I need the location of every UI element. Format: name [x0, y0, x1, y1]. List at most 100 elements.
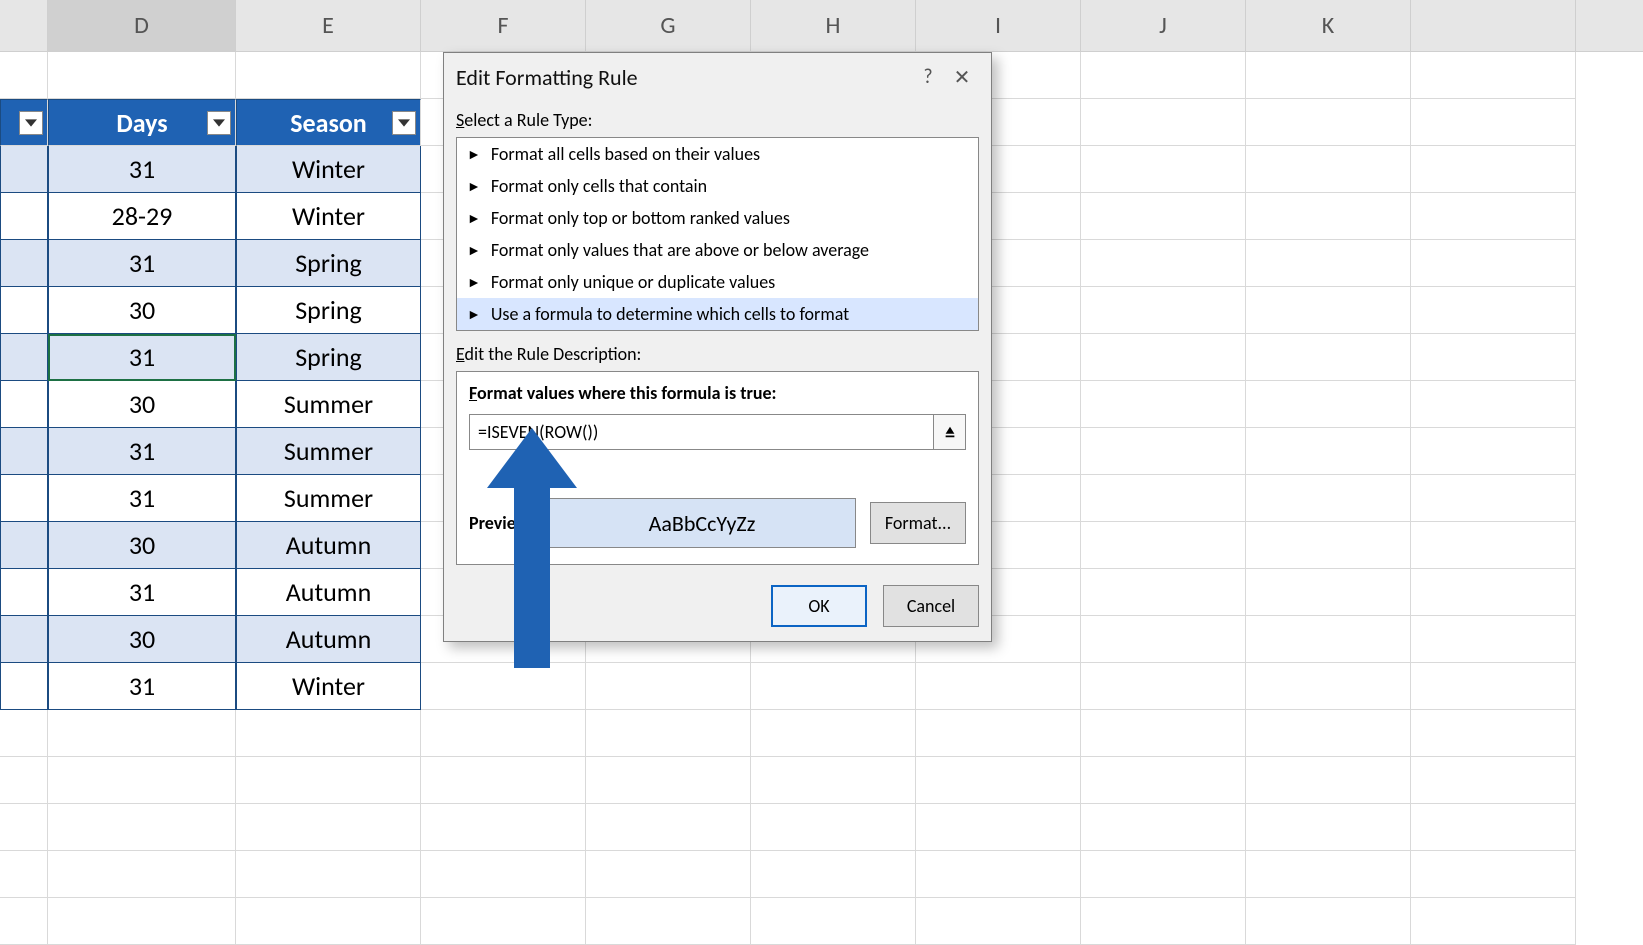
cell[interactable] — [1411, 851, 1576, 898]
cell[interactable] — [586, 851, 751, 898]
col-header-E[interactable]: E — [236, 0, 421, 51]
cell[interactable] — [0, 240, 48, 287]
ok-button[interactable]: OK — [771, 585, 867, 627]
cell[interactable] — [1081, 381, 1246, 428]
cell[interactable] — [236, 52, 421, 99]
cell[interactable] — [1081, 475, 1246, 522]
col-header-blank[interactable] — [1411, 0, 1576, 51]
cell[interactable] — [1081, 287, 1246, 334]
help-icon[interactable]: ? — [911, 60, 945, 94]
cell[interactable] — [1411, 663, 1576, 710]
cell-season[interactable]: Autumn — [236, 616, 421, 663]
col-header-I[interactable]: I — [916, 0, 1081, 51]
rule-type-item[interactable]: ►Format only values that are above or be… — [457, 234, 978, 266]
col-header-G[interactable]: G — [586, 0, 751, 51]
cell-season[interactable]: Winter — [236, 663, 421, 710]
table-header-blank[interactable] — [0, 99, 48, 146]
cell[interactable] — [1246, 616, 1411, 663]
cell[interactable] — [0, 428, 48, 475]
cell-days[interactable]: 31 — [48, 428, 236, 475]
cell[interactable] — [1411, 381, 1576, 428]
active-cell[interactable]: 31 — [48, 334, 236, 381]
cell[interactable] — [751, 898, 916, 945]
cell[interactable] — [1411, 569, 1576, 616]
cell-season[interactable]: Spring — [236, 240, 421, 287]
col-header-F[interactable]: F — [421, 0, 586, 51]
cell[interactable] — [586, 710, 751, 757]
cell[interactable] — [0, 804, 48, 851]
dialog-titlebar[interactable]: Edit Formatting Rule ? ✕ — [444, 53, 991, 101]
cell[interactable] — [0, 334, 48, 381]
filter-dropdown-icon[interactable] — [207, 111, 231, 135]
cell[interactable] — [1081, 569, 1246, 616]
cell[interactable] — [48, 757, 236, 804]
cell[interactable] — [1246, 569, 1411, 616]
table-header-season[interactable]: Season — [236, 99, 421, 146]
cell[interactable] — [421, 757, 586, 804]
cell[interactable] — [421, 851, 586, 898]
cell[interactable] — [1081, 757, 1246, 804]
cell-season[interactable]: Spring — [236, 287, 421, 334]
cell[interactable] — [751, 663, 916, 710]
cell[interactable] — [236, 757, 421, 804]
cell[interactable] — [0, 898, 48, 945]
cell[interactable] — [48, 52, 236, 99]
cell[interactable] — [0, 663, 48, 710]
cell[interactable] — [0, 522, 48, 569]
cell[interactable] — [1411, 52, 1576, 99]
format-button[interactable]: Format... — [870, 502, 966, 544]
cell[interactable] — [1246, 851, 1411, 898]
cell-days[interactable]: 28-29 — [48, 193, 236, 240]
cell-season[interactable]: Autumn — [236, 569, 421, 616]
cell-days[interactable]: 31 — [48, 146, 236, 193]
col-header-stub[interactable] — [0, 0, 48, 51]
cell[interactable] — [1411, 804, 1576, 851]
close-icon[interactable]: ✕ — [945, 60, 979, 94]
cell[interactable] — [1246, 146, 1411, 193]
rule-type-item[interactable]: ►Format only top or bottom ranked values — [457, 202, 978, 234]
cell[interactable] — [916, 851, 1081, 898]
cell[interactable] — [421, 663, 586, 710]
cell-days[interactable]: 31 — [48, 569, 236, 616]
cell[interactable] — [1411, 710, 1576, 757]
cell[interactable] — [1246, 710, 1411, 757]
cell-season[interactable]: Summer — [236, 381, 421, 428]
cell-season[interactable]: Winter — [236, 146, 421, 193]
col-header-K[interactable]: K — [1246, 0, 1411, 51]
cell[interactable] — [1081, 851, 1246, 898]
cell-days[interactable]: 30 — [48, 522, 236, 569]
collapse-dialog-button[interactable] — [934, 414, 966, 450]
cell[interactable] — [1246, 428, 1411, 475]
cell[interactable] — [1246, 663, 1411, 710]
cell-days[interactable]: 31 — [48, 475, 236, 522]
cell[interactable] — [421, 710, 586, 757]
cell[interactable] — [0, 851, 48, 898]
cell[interactable] — [916, 757, 1081, 804]
cell[interactable] — [0, 146, 48, 193]
cell[interactable] — [0, 569, 48, 616]
cell[interactable] — [916, 663, 1081, 710]
cell-days[interactable]: 30 — [48, 381, 236, 428]
cell[interactable] — [0, 287, 48, 334]
cell[interactable] — [1411, 522, 1576, 569]
cell[interactable] — [586, 804, 751, 851]
cell[interactable] — [48, 804, 236, 851]
cell[interactable] — [1411, 757, 1576, 804]
cell-season[interactable]: Summer — [236, 475, 421, 522]
rule-type-list[interactable]: ►Format all cells based on their values … — [456, 137, 979, 331]
cell[interactable] — [421, 898, 586, 945]
cell[interactable] — [1081, 663, 1246, 710]
filter-dropdown-icon[interactable] — [392, 111, 416, 135]
cell[interactable] — [751, 710, 916, 757]
cell[interactable] — [0, 475, 48, 522]
rule-type-item[interactable]: ►Format only unique or duplicate values — [457, 266, 978, 298]
cell[interactable] — [236, 804, 421, 851]
cell[interactable] — [1246, 99, 1411, 146]
cell[interactable] — [1081, 240, 1246, 287]
cell[interactable] — [1246, 193, 1411, 240]
cell[interactable] — [0, 710, 48, 757]
cell[interactable] — [1411, 616, 1576, 663]
cell[interactable] — [1081, 898, 1246, 945]
cell[interactable] — [751, 804, 916, 851]
cell-season[interactable]: Spring — [236, 334, 421, 381]
